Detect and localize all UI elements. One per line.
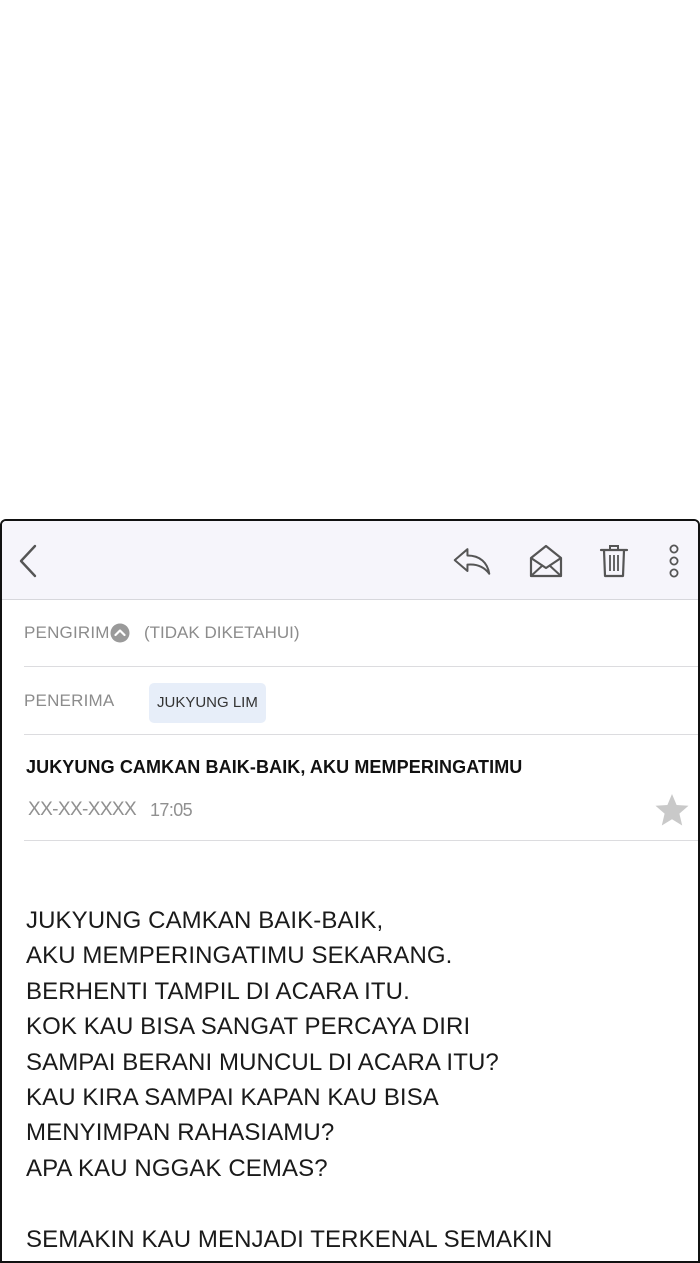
email-toolbar bbox=[2, 521, 698, 600]
star-icon bbox=[655, 794, 689, 826]
body-line: KOK KAU BISA SANGAT PERCAYA DIRI bbox=[26, 1013, 471, 1041]
email-body: JUKYUNG CAMKAN BAIK-BAIK, AKU MEMPERINGA… bbox=[26, 903, 686, 1257]
more-vertical-icon bbox=[669, 544, 679, 578]
email-viewer: PENGIRIM (TIDAK DIKETAHUI) PENERIMA JUKY… bbox=[0, 519, 700, 1263]
sender-label: PENGIRIM bbox=[24, 623, 110, 642]
body-line: AKU MEMPERINGATIMU SEKARANG. bbox=[26, 942, 453, 970]
more-options-button[interactable] bbox=[656, 543, 692, 579]
reply-button[interactable] bbox=[452, 543, 492, 579]
recipient-chip[interactable]: JUKYUNG LIM bbox=[149, 683, 266, 723]
back-button[interactable] bbox=[8, 543, 48, 579]
email-subject: JUKYUNG CAMKAN BAIK-BAIK, AKU MEMPERINGA… bbox=[26, 757, 523, 777]
chevron-left-icon bbox=[19, 544, 37, 578]
mark-unread-button[interactable] bbox=[526, 543, 566, 579]
sender-value: (TIDAK DIKETAHUI) bbox=[144, 623, 300, 642]
star-button[interactable] bbox=[654, 793, 690, 832]
chevron-up-circle-icon bbox=[110, 623, 130, 643]
email-date: XX-XX-XXXX bbox=[28, 799, 137, 820]
body-blank-line bbox=[26, 1186, 686, 1221]
body-line: JUKYUNG CAMKAN BAIK-BAIK, bbox=[26, 907, 384, 934]
subject-divider bbox=[24, 840, 698, 841]
delete-button[interactable] bbox=[594, 543, 634, 579]
trash-icon bbox=[599, 545, 629, 578]
body-line: BERHENTI TAMPIL DI ACARA ITU. bbox=[26, 977, 410, 1005]
sender-row: PENGIRIM (TIDAK DIKETAHUI) bbox=[24, 600, 698, 667]
sender-toggle[interactable] bbox=[110, 623, 130, 648]
recipient-label: PENERIMA bbox=[24, 691, 115, 710]
body-line: SEMAKIN KAU MENJADI TERKENAL SEMAKIN bbox=[26, 1225, 553, 1253]
reply-icon bbox=[453, 548, 491, 575]
recipient-row: PENERIMA JUKYUNG LIM bbox=[24, 667, 698, 735]
envelope-open-icon bbox=[529, 544, 563, 578]
body-line: SAMPAI BERANI MUNCUL DI ACARA ITU? bbox=[26, 1048, 499, 1076]
email-time: 17:05 bbox=[150, 800, 193, 820]
body-line: KAU KIRA SAMPAI KAPAN KAU BISA bbox=[26, 1084, 439, 1112]
body-line: APA KAU NGGAK CEMAS? bbox=[26, 1154, 328, 1182]
body-line: MENYIMPAN RAHASIAMU? bbox=[26, 1119, 335, 1147]
